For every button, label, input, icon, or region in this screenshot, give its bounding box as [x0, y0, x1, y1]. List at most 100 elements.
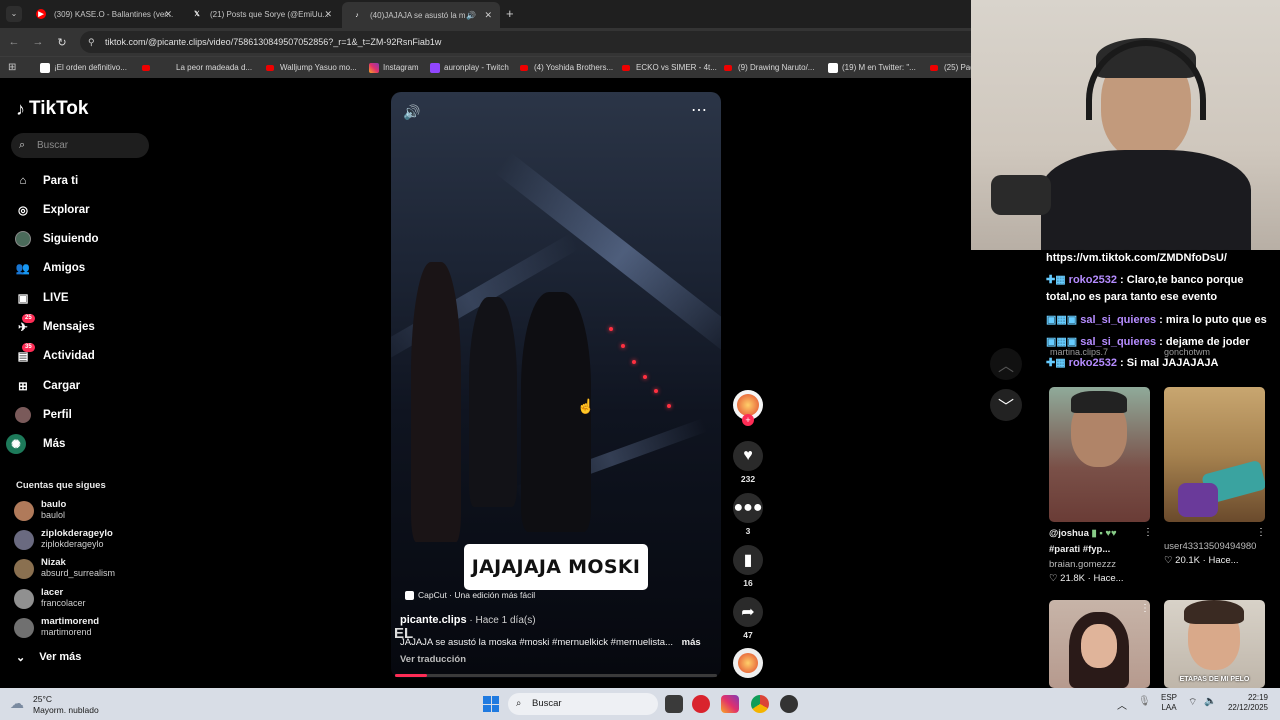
live-icon: ▣ [17, 293, 29, 305]
activity-badge: 35 [22, 343, 35, 352]
tab-tiktok[interactable]: ♪ (40)JAJAJA se asustó la mos... 🔊 ✕ [342, 2, 500, 28]
related-video-thumbnail[interactable] [1164, 387, 1265, 522]
comment-icon: ●●● [733, 499, 763, 516]
save-button[interactable]: ▮ 16 [733, 545, 763, 588]
chat-badge-icon: ▣▦▣ [1046, 336, 1081, 348]
new-tab-button[interactable]: + [506, 6, 514, 21]
emoji-icons: ▮ ▪ ♥♥ [1091, 528, 1117, 539]
chat-message: ✚▦ roko2532 : Si mal JAJAJAJA [1046, 357, 1219, 369]
windows-start-button[interactable] [483, 696, 499, 712]
more-link[interactable]: más [682, 637, 701, 648]
file-explorer-icon[interactable] [665, 695, 683, 713]
tab-title: (40)JAJAJA se asustó la mos... [370, 10, 466, 20]
chat-badge-icon: ✚▦ [1046, 274, 1069, 286]
language-indicator[interactable]: ESP LAA [1161, 693, 1177, 713]
tiktok-icon: ♪ [16, 98, 25, 119]
close-tab-icon[interactable]: ✕ [324, 9, 332, 20]
heart-icon: ♥ [743, 447, 753, 464]
search-input[interactable]: ⌕ Buscar [11, 133, 149, 158]
bookmark-item[interactable]: (4) Yoshida Brothers... [520, 57, 613, 79]
nav-para-ti[interactable]: ⌂ Para ti [14, 170, 79, 192]
related-video-thumbnail[interactable]: ETAPAS DE MI PELO [1164, 600, 1265, 688]
volume-icon[interactable]: 🔈 [1204, 696, 1216, 707]
upload-icon: ⊞ [18, 381, 28, 393]
webcam-overlay [971, 0, 1280, 250]
author-avatar[interactable]: + [733, 390, 763, 426]
app-red-icon[interactable] [692, 695, 710, 713]
chrome-icon[interactable] [751, 695, 769, 713]
nav-siguiendo[interactable]: Siguiendo [14, 228, 99, 250]
like-button[interactable]: ♥ 232 [733, 441, 763, 484]
nav-actividad[interactable]: ▤ 35 Actividad [14, 343, 95, 367]
sound-disc[interactable] [733, 648, 763, 678]
url-input[interactable]: ⚲ tiktok.com/@picante.clips/video/758613… [80, 31, 971, 53]
see-more-button[interactable]: ⌄ Ver más [16, 646, 81, 668]
related-author[interactable]: braian.gomezzz [1049, 559, 1116, 570]
more-icon: ✺ [6, 434, 26, 454]
video-author[interactable]: picante.clips · Hace 1 día(s) [400, 614, 536, 626]
clock[interactable]: 22:19 22/12/2025 [1222, 693, 1268, 713]
nav-explorar[interactable]: ◎ Explorar [14, 199, 90, 221]
apps-icon[interactable]: ⊞ [8, 62, 16, 73]
more-options-icon[interactable]: ⋯ [691, 100, 707, 120]
cap [1071, 391, 1127, 413]
avatar [738, 653, 758, 673]
site-info-icon[interactable]: ⚲ [88, 31, 95, 53]
taskbar-search[interactable]: ⌕ Buscar [508, 693, 658, 715]
tab-title: (21) Posts que Sorye (@EmiUu... [210, 9, 329, 19]
address-bar: ← → ↻ ⚲ tiktok.com/@picante.clips/video/… [0, 28, 971, 56]
nav-cargar[interactable]: ⊞ Cargar [14, 375, 80, 397]
speaker-icon[interactable]: 🔊 [466, 11, 476, 20]
related-video-thumbnail[interactable] [1049, 600, 1150, 688]
microphone-icon[interactable]: 🎙 [1138, 696, 1151, 707]
nav-live[interactable]: ▣ LIVE [14, 287, 69, 309]
related-author[interactable]: user4331350949498​0 [1164, 541, 1256, 552]
related-video-thumbnail[interactable] [1049, 387, 1150, 522]
follow-plus-icon[interactable]: + [742, 414, 754, 426]
bookmark-item[interactable]: La peor madeada d... [142, 57, 252, 79]
following-title: Cuentas que sigues [16, 480, 106, 491]
scroll-down-button[interactable]: ﹀ [990, 389, 1022, 421]
nav-perfil[interactable]: Perfil [14, 404, 72, 426]
related-more-icon[interactable]: ⋮ [1143, 527, 1153, 538]
bookmark-item[interactable]: auronplay - Twitch [430, 57, 509, 79]
related-stats: ♡ 20.1K · Hace... [1164, 555, 1239, 566]
translate-link[interactable]: Ver traducción [400, 654, 466, 665]
app-dark-icon[interactable] [780, 695, 798, 713]
capcut-label[interactable]: CapCut · Una edición más fácil [405, 590, 535, 600]
nav-mensajes[interactable]: ✈ 25 Mensajes [14, 314, 95, 338]
cloud-icon: ☁ [10, 695, 24, 711]
share-button[interactable]: ➦ 47 [733, 597, 763, 640]
bookmark-item[interactable]: (25) Pad [930, 57, 975, 79]
tab-list-dropdown[interactable]: ⌄ [6, 6, 22, 22]
related-more-icon[interactable]: ⋮ [1256, 527, 1266, 538]
bookmark-item[interactable]: Instagram [369, 57, 419, 79]
forward-button[interactable]: → [28, 28, 48, 56]
chevron-up-icon[interactable]: ︿ [1117, 697, 1127, 712]
close-tab-icon[interactable]: ✕ [484, 10, 492, 21]
bookmark-item[interactable]: ¡El orden definitivo... [40, 57, 127, 79]
person-figure [469, 297, 517, 507]
scroll-up-button[interactable]: ︿ [990, 348, 1022, 380]
related-more-icon[interactable]: ⋮ [1140, 603, 1150, 614]
reload-button[interactable]: ↻ [52, 28, 72, 56]
avatar [737, 394, 759, 416]
tab-youtube[interactable]: ▶ (309) KASE.O - Ballantines (ver... ✕ [26, 4, 180, 24]
tiktok-logo[interactable]: ♪ TikTok [16, 98, 88, 120]
wifi-icon[interactable]: ⌔ [1188, 696, 1197, 709]
video-progress-bar[interactable] [395, 674, 717, 677]
instagram-icon[interactable] [721, 695, 739, 713]
bookmark-item[interactable]: (19) M en Twitter: "... [828, 57, 916, 79]
chat-badge-icon: ▣▦▣ [1046, 314, 1081, 326]
nav-mas[interactable]: ✺ Más [6, 433, 65, 455]
related-overlay-text: ETAPAS DE MI PELO [1179, 676, 1250, 683]
comment-button[interactable]: ●●● 3 [733, 493, 763, 536]
nav-amigos[interactable]: 👥 Amigos [14, 257, 85, 279]
tab-x[interactable]: 𝕏 (21) Posts que Sorye (@EmiUu... ✕ [182, 4, 340, 24]
bookmark-item[interactable]: ECKO vs SIMER - 4t... [622, 57, 717, 79]
back-button[interactable]: ← [4, 28, 24, 56]
close-tab-icon[interactable]: ✕ [164, 9, 172, 20]
bookmark-item[interactable]: Walljump Yasuo mo... [266, 57, 357, 79]
bookmark-item[interactable]: (9) Drawing Naruto/... [724, 57, 814, 79]
sound-icon[interactable]: 🔊 [403, 104, 420, 121]
